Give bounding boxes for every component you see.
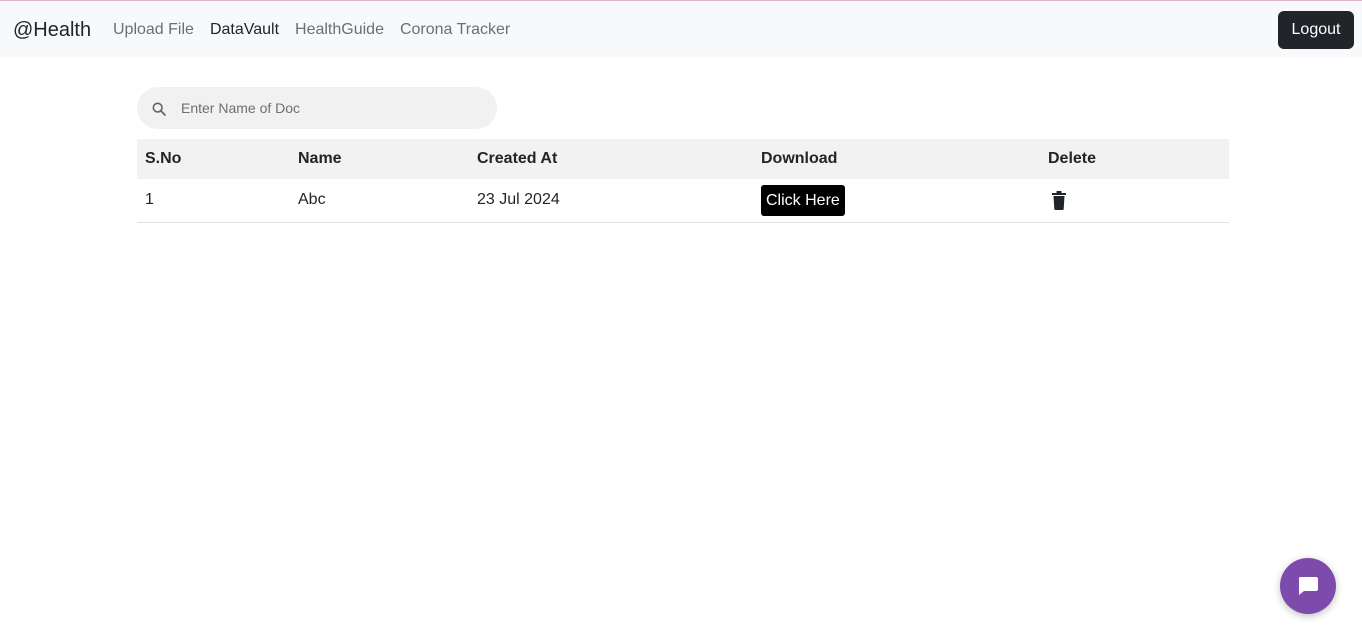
logout-button[interactable]: Logout xyxy=(1278,11,1354,49)
header-name: Name xyxy=(298,150,342,167)
top-navbar: @Health Upload File DataVault HealthGuid… xyxy=(0,0,1362,57)
table-row: 1 Abc 23 Jul 2024 Click Here xyxy=(137,179,1229,223)
brand-logo[interactable]: @Health xyxy=(13,18,91,42)
cell-name: Abc xyxy=(290,179,469,223)
chat-button[interactable] xyxy=(1280,558,1336,614)
cell-created-at: 23 Jul 2024 xyxy=(469,179,753,223)
download-button[interactable]: Click Here xyxy=(761,184,845,216)
search-icon xyxy=(152,102,166,116)
cell-download: Click Here xyxy=(753,179,1040,223)
search-input[interactable] xyxy=(181,87,481,129)
trash-icon[interactable] xyxy=(1051,190,1067,210)
search-box xyxy=(137,87,497,129)
nav-link-upload-file[interactable]: Upload File xyxy=(113,20,194,40)
header-delete: Delete xyxy=(1048,150,1097,167)
cell-delete xyxy=(1040,179,1229,223)
nav-link-healthguide[interactable]: HealthGuide xyxy=(295,20,384,40)
table-header-row: S.No Name Created At Download Delete xyxy=(137,139,1229,179)
cell-sno: 1 xyxy=(137,179,290,223)
header-sno: S.No xyxy=(145,150,182,167)
nav-link-datavault[interactable]: DataVault xyxy=(210,20,279,40)
chat-bubble-icon xyxy=(1299,577,1318,595)
nav-links: Upload File DataVault HealthGuide Corona… xyxy=(113,20,526,40)
header-download: Download xyxy=(761,150,838,167)
header-created-at: Created At xyxy=(477,150,558,167)
documents-table: S.No Name Created At Download Delete 1 A… xyxy=(137,139,1229,223)
nav-link-corona-tracker[interactable]: Corona Tracker xyxy=(400,20,510,40)
